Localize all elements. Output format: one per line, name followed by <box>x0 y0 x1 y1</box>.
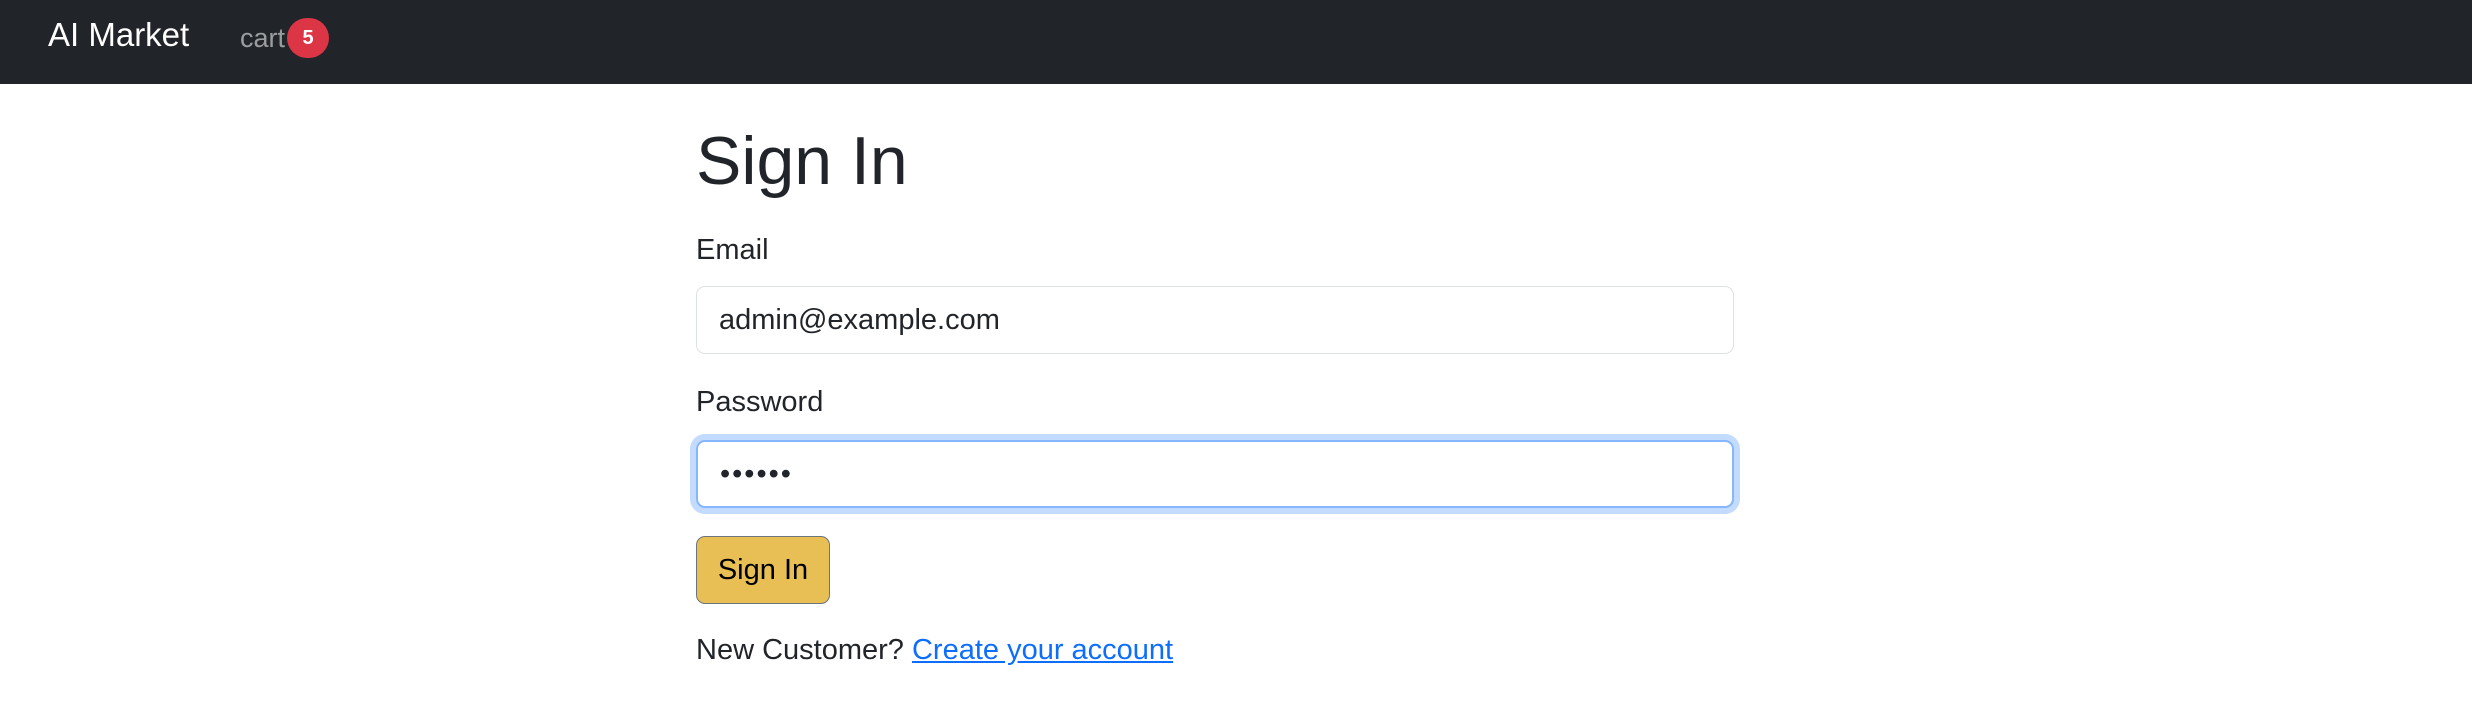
new-customer-row: New Customer? Create your account <box>696 632 1173 668</box>
email-label: Email <box>696 234 769 266</box>
password-input[interactable] <box>696 440 1734 508</box>
top-navbar: AI Market cart 5 <box>0 0 2472 84</box>
page-title: Sign In <box>696 123 908 199</box>
create-account-link[interactable]: Create your account <box>912 634 1173 666</box>
cart-label: cart <box>240 23 286 53</box>
cart-link[interactable]: cart 5 <box>240 18 330 58</box>
cart-count-badge: 5 <box>287 18 330 58</box>
sign-in-button[interactable]: Sign In <box>696 536 830 604</box>
brand-link[interactable]: AI Market <box>48 14 189 56</box>
new-customer-text: New Customer? <box>696 634 904 666</box>
email-input[interactable] <box>696 286 1734 354</box>
password-label: Password <box>696 386 824 418</box>
